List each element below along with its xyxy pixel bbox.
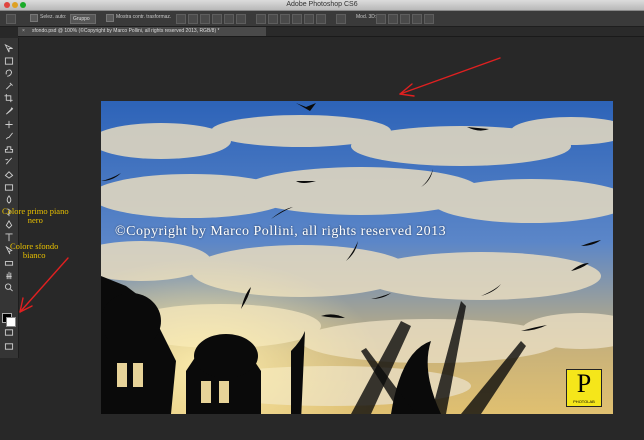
drag-3d-icon[interactable] — [400, 14, 410, 24]
background-annotation: Colore sfondo bianco — [10, 242, 58, 260]
eraser-icon[interactable] — [4, 170, 14, 179]
auto-align-icon[interactable] — [336, 14, 346, 24]
align-top-icon[interactable] — [176, 14, 186, 24]
healing-icon[interactable] — [4, 120, 14, 129]
distribute-hcenter-icon[interactable] — [304, 14, 314, 24]
align-hcenter-icon[interactable] — [224, 14, 234, 24]
foreground-annotation: Colore primo piano nero — [2, 207, 69, 225]
align-left-icon[interactable] — [212, 14, 222, 24]
copyright-watermark: ©Copyright by Marco Pollini, all rights … — [115, 224, 447, 239]
close-tab-icon[interactable]: × — [22, 27, 25, 36]
move-icon[interactable] — [4, 44, 14, 53]
slide-3d-icon[interactable] — [412, 14, 422, 24]
align-right-icon[interactable] — [236, 14, 246, 24]
document-canvas[interactable]: ©Copyright by Marco Pollini, all rights … — [101, 101, 613, 414]
auto-select-value: Gruppo — [73, 16, 90, 22]
roll-3d-icon[interactable] — [388, 14, 398, 24]
distribute-right-icon[interactable] — [316, 14, 326, 24]
tools-panel — [0, 38, 19, 358]
crop-icon[interactable] — [4, 94, 14, 103]
align-bottom-icon[interactable] — [200, 14, 210, 24]
logo-letter: P — [576, 369, 592, 398]
background-annotation-line2: bianco — [22, 250, 46, 260]
document-tab-bar: × sfondo.psd @ 100% (©Copyright by Marco… — [18, 27, 644, 37]
brush-icon[interactable] — [4, 132, 14, 141]
background-color-swatch[interactable] — [6, 317, 16, 327]
photo-image — [101, 101, 613, 414]
document-tab-label: sfondo.psd @ 100% (©Copyright by Marco P… — [32, 28, 220, 34]
auto-select-label: Selez. auto: — [40, 14, 67, 20]
blur-icon[interactable] — [4, 195, 14, 204]
align-vcenter-icon[interactable] — [188, 14, 198, 24]
show-transform-label: Mostra contr. trasformaz. — [116, 14, 172, 20]
screen-mode-icon[interactable] — [4, 342, 14, 351]
clone-stamp-icon[interactable] — [4, 145, 14, 154]
marquee-icon[interactable] — [4, 57, 14, 66]
hand-icon[interactable] — [4, 271, 14, 280]
distribute-left-icon[interactable] — [292, 14, 302, 24]
distribute-bottom-icon[interactable] — [280, 14, 290, 24]
options-bar: Selez. auto: Gruppo Mostra contr. trasfo… — [0, 11, 644, 27]
mode-3d-label: Mod. 3D: — [356, 14, 377, 20]
distribute-top-icon[interactable] — [256, 14, 266, 24]
document-tab[interactable]: × sfondo.psd @ 100% (©Copyright by Marco… — [18, 27, 266, 36]
lasso-icon[interactable] — [4, 69, 14, 78]
scale-3d-icon[interactable] — [424, 14, 434, 24]
zoom-icon[interactable] — [4, 283, 14, 292]
auto-select-checkbox[interactable] — [30, 14, 38, 22]
distribute-vcenter-icon[interactable] — [268, 14, 278, 24]
foreground-annotation-line2: nero — [27, 215, 43, 225]
logo-name: PHOTOLAB — [573, 399, 595, 404]
window-titlebar: Adobe Photoshop CS6 — [0, 0, 644, 11]
eyedropper-icon[interactable] — [4, 107, 14, 116]
photolab-logo: P PHOTOLAB — [566, 369, 602, 407]
gradient-icon[interactable] — [4, 183, 14, 192]
history-brush-icon[interactable] — [4, 157, 14, 166]
move-tool-preset-icon[interactable] — [6, 14, 16, 24]
rotate-3d-icon[interactable] — [376, 14, 386, 24]
auto-select-dropdown[interactable]: Gruppo — [70, 14, 96, 24]
show-transform-checkbox[interactable] — [106, 14, 114, 22]
quick-mask-icon[interactable] — [4, 328, 14, 337]
window-title: Adobe Photoshop CS6 — [286, 1, 358, 8]
quick-select-icon[interactable] — [4, 82, 14, 91]
